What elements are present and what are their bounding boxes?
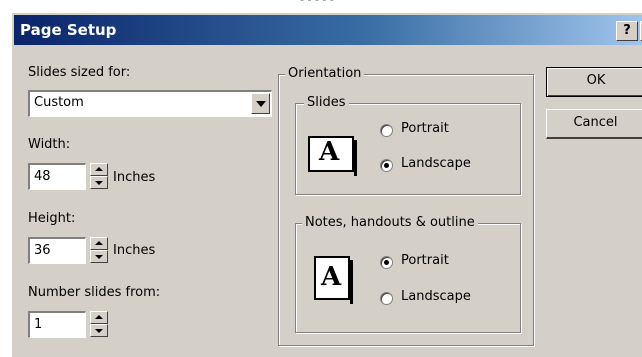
slides-portrait-label[interactable]: Portrait <box>401 121 449 136</box>
ok-button[interactable]: OK <box>546 67 642 97</box>
arrow-down-icon <box>95 181 103 185</box>
width-label: Width: <box>28 137 71 152</box>
arrow-up-icon <box>95 167 103 171</box>
dialog-title: Page Setup <box>20 21 117 39</box>
dropdown-arrow-button[interactable] <box>251 93 270 114</box>
height-value: 36 <box>34 243 51 258</box>
slides-orientation-legend: Slides <box>304 95 349 110</box>
number-slides-increment-button[interactable] <box>90 311 108 324</box>
height-increment-button[interactable] <box>90 237 108 250</box>
slides-sized-for-label: Slides sized for: <box>28 65 131 80</box>
number-slides-from-input[interactable]: 1 <box>28 311 86 338</box>
width-value: 48 <box>34 169 51 184</box>
arrow-up-icon <box>95 241 103 245</box>
notes-orientation-legend: Notes, handouts & outline <box>302 215 478 230</box>
background-strip: - - - - - <box>0 0 642 12</box>
notes-landscape-radio[interactable] <box>380 292 393 305</box>
notes-orientation-group: Notes, handouts & outline A Portrait Lan… <box>295 215 521 333</box>
height-decrement-button[interactable] <box>90 250 108 263</box>
number-slides-decrement-button[interactable] <box>90 324 108 337</box>
page-setup-dialog: Page Setup ? × Slides sized for: Custom … <box>10 12 642 357</box>
chevron-down-icon <box>256 101 266 107</box>
page-icon-shadow <box>354 140 357 176</box>
page-icon-letter: A <box>319 137 340 167</box>
cancel-button[interactable]: Cancel <box>546 109 642 139</box>
number-slides-from-spinner[interactable] <box>90 311 108 338</box>
page-icon-letter: A <box>321 262 342 292</box>
height-unit: Inches <box>113 243 156 258</box>
orientation-group: Orientation Slides A Portrait Landscape … <box>278 66 534 346</box>
orientation-legend: Orientation <box>285 66 365 81</box>
title-bar[interactable]: Page Setup ? × <box>14 15 642 45</box>
notes-portrait-radio[interactable] <box>380 256 393 269</box>
slides-sized-for-value: Custom <box>34 95 84 110</box>
notes-portrait-label[interactable]: Portrait <box>401 253 449 268</box>
width-increment-button[interactable] <box>90 163 108 176</box>
height-spinner[interactable] <box>90 237 108 264</box>
landscape-page-icon: A <box>308 136 357 176</box>
portrait-page-icon: A <box>314 256 353 304</box>
width-unit: Inches <box>113 170 156 185</box>
slides-sized-for-dropdown[interactable]: Custom <box>28 90 272 117</box>
arrow-up-icon <box>95 315 103 319</box>
arrow-down-icon <box>95 255 103 259</box>
height-input[interactable]: 36 <box>28 237 86 264</box>
width-input[interactable]: 48 <box>28 163 86 190</box>
width-spinner[interactable] <box>90 163 108 190</box>
notes-landscape-label[interactable]: Landscape <box>401 289 471 304</box>
slides-orientation-group: Slides A Portrait Landscape <box>295 95 521 195</box>
number-slides-from-value: 1 <box>34 317 43 332</box>
slides-landscape-label[interactable]: Landscape <box>401 156 471 171</box>
partial-background-text: - - - - - <box>300 0 334 6</box>
number-slides-from-label: Number slides from: <box>28 285 161 300</box>
slides-portrait-radio[interactable] <box>380 124 393 137</box>
slides-landscape-radio[interactable] <box>380 159 393 172</box>
help-button[interactable]: ? <box>616 21 638 41</box>
page-icon-shadow <box>350 260 353 304</box>
width-decrement-button[interactable] <box>90 176 108 189</box>
arrow-down-icon <box>95 329 103 333</box>
height-label: Height: <box>28 211 76 226</box>
